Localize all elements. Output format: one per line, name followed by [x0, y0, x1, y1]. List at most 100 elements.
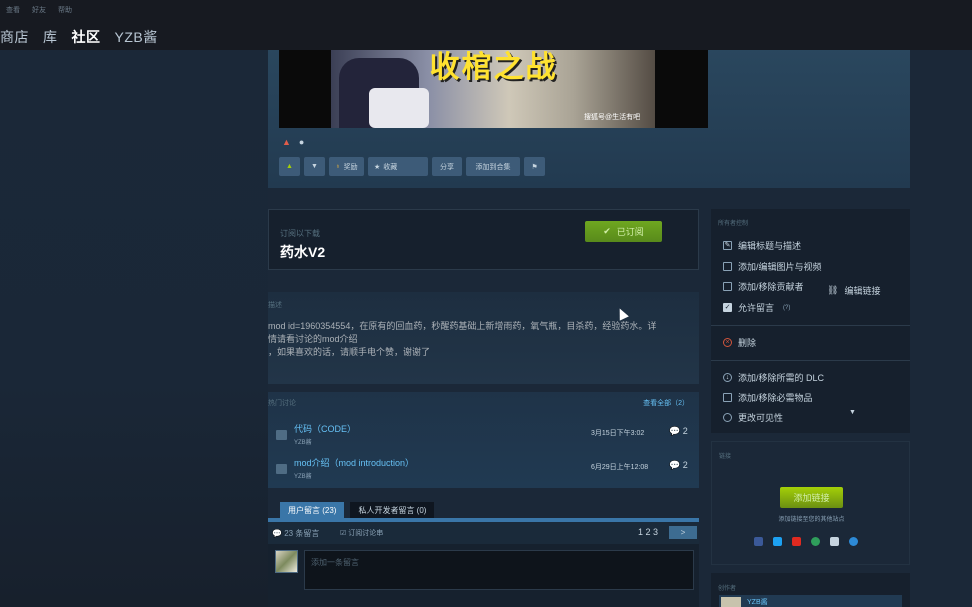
discussion-row[interactable]: mod介绍（mod introduction） YZB酱 6月29日上午12:0… — [276, 456, 696, 484]
comment-icon: 💬 — [669, 460, 681, 470]
edit-links-link[interactable]: ⛓ 编辑链接 — [827, 284, 880, 297]
tab-user-comments[interactable]: 用户留言 (23) — [280, 502, 345, 518]
comment-input[interactable]: 添加一条留言 — [304, 550, 694, 590]
reactions: ▲ ● — [282, 137, 304, 147]
add-to-collection-button[interactable]: 添加到合集 — [466, 157, 520, 176]
help-hint[interactable]: (?) — [783, 305, 790, 311]
discussion-date: 6月29日上午12:08 — [591, 464, 649, 471]
pencil-icon: ✎ — [723, 241, 732, 250]
allow-comments-label: 允许留言 — [738, 303, 775, 313]
discussion-row[interactable]: 代码（CODE） YZB酱 3月15日下午3:02 💬 2 — [276, 422, 696, 450]
spotify-icon[interactable] — [811, 537, 820, 546]
edit-title-link[interactable]: ✎ 编辑标题与描述 — [723, 239, 801, 252]
avatar — [721, 597, 741, 607]
creator-name[interactable]: YZB酱 — [747, 597, 768, 607]
delete-link[interactable]: × 删除 — [723, 336, 756, 349]
nav-user[interactable]: YZB酱 — [115, 27, 158, 47]
share-label: 分享 — [440, 163, 454, 171]
left-background — [0, 50, 268, 607]
discussion-title[interactable]: mod介绍（mod introduction） — [294, 456, 414, 469]
share-button[interactable]: 分享 — [432, 157, 462, 176]
comment-count: 💬 2 — [669, 460, 688, 471]
system-menu: 查看 好友 帮助 — [6, 5, 72, 15]
flag-icon: ⚑ — [531, 163, 538, 171]
document-icon — [276, 464, 287, 474]
comment-entry: 添加一条留言 — [268, 544, 699, 607]
award-label: 奖励 — [343, 163, 358, 171]
comment-count: 💬 2 — [669, 426, 688, 437]
checkbox-icon: ✓ — [723, 303, 732, 312]
nav-store[interactable]: 商店 — [0, 27, 29, 47]
thumbs-up-button[interactable]: ▲ — [279, 157, 300, 176]
creator-panel: 创作者 YZB酱 — [711, 573, 910, 607]
comment-count-value: 2 — [682, 460, 688, 470]
favorite-label: 收藏 — [383, 163, 398, 171]
twitter-icon[interactable] — [773, 537, 782, 546]
document-icon[interactable] — [830, 537, 839, 546]
owner-controls-header: 所有者控制 — [718, 221, 749, 227]
main-nav: 商店 库 社区 YZB酱 — [0, 27, 172, 47]
avatar — [275, 550, 298, 573]
award-button[interactable]: ♁ 奖励 — [329, 157, 364, 176]
discussion-date: 3月15日下午3:02 — [591, 430, 645, 437]
favorite-button[interactable]: ★ 收藏 — [368, 157, 428, 176]
allow-comments-toggle[interactable]: ✓ 允许留言 (?) — [723, 301, 790, 314]
description-line: mod id=1960354554，在原有的回血药，秒醒药基础上新增雨药，氧气瓶… — [268, 321, 657, 331]
add-media-label: 添加/编辑图片与视频 — [738, 262, 822, 272]
thumbs-down-button[interactable]: ▼ — [304, 157, 325, 176]
reaction-icon[interactable]: ▲ — [282, 137, 291, 147]
discussion-title[interactable]: 代码（CODE） — [294, 422, 356, 435]
trash-icon — [723, 282, 732, 291]
social-icons — [754, 537, 858, 546]
nav-community[interactable]: 社区 — [72, 27, 101, 47]
nav-library[interactable]: 库 — [43, 27, 58, 47]
dlc-link[interactable]: ↓ 添加/移除所需的 DLC — [723, 371, 824, 384]
chevron-down-icon[interactable]: ▼ — [849, 409, 856, 416]
menu-view[interactable]: 查看 — [6, 5, 20, 15]
youtube-icon[interactable] — [792, 537, 801, 546]
description-line: ，如果喜欢的话，请顺手电个赞，谢谢了 — [268, 347, 431, 357]
flag-button[interactable]: ⚑ — [524, 157, 545, 176]
links-note: 添加链接至您的其他站点 — [778, 517, 845, 523]
subscribe-thread-label: 订阅讨论串 — [348, 530, 384, 537]
reaction-face-icon[interactable]: ● — [299, 137, 304, 147]
subscribe-to-download-label: 订阅以下载 — [280, 229, 320, 238]
contributors-label: 添加/移除贡献者 — [738, 282, 804, 292]
tab-dev-comments[interactable]: 私人开发者留言 (0) — [350, 502, 435, 518]
visibility-label: 更改可见性 — [738, 413, 784, 423]
description-label: 描述 — [268, 302, 282, 309]
links-header: 链接 — [719, 454, 732, 460]
collection-label: 添加到合集 — [475, 163, 511, 171]
eye-icon — [723, 413, 732, 422]
edit-title-label: 编辑标题与描述 — [738, 241, 802, 251]
star-icon: ★ — [374, 163, 381, 171]
discussion-author: YZB酱 — [294, 440, 312, 446]
video-subtitle: 搜狐号@生活有吧 — [584, 114, 641, 121]
video-preview[interactable]: 收棺之战 搜狐号@生活有吧 — [279, 48, 708, 128]
wrench-icon — [723, 393, 732, 402]
delete-label: 删除 — [738, 338, 757, 348]
video-shirt — [369, 88, 429, 128]
thumbs-up-icon: ▲ — [286, 163, 293, 170]
visibility-link[interactable]: 更改可见性 — [723, 411, 783, 424]
subscribe-thread-toggle[interactable]: ☑ 订阅讨论串 — [340, 528, 383, 538]
next-page-button[interactable]: > — [669, 526, 697, 539]
globe-icon[interactable] — [849, 537, 858, 546]
download-icon: ↓ — [723, 373, 732, 382]
subscribed-button[interactable]: ✔ 已订阅 — [585, 221, 662, 242]
required-items-link[interactable]: 添加/移除必需物品 — [723, 391, 813, 404]
add-link-button[interactable]: 添加链接 — [780, 487, 843, 508]
discussions-label: 热门讨论 — [268, 400, 296, 407]
comment-tabs: 用户留言 (23) 私人开发者留言 (0) — [280, 502, 435, 518]
checkbox-icon: ☑ — [340, 530, 347, 537]
pagination[interactable]: 1 2 3 — [638, 527, 658, 537]
contributors-link[interactable]: 添加/移除贡献者 — [723, 280, 804, 293]
facebook-icon[interactable] — [754, 537, 763, 546]
comment-count-text: 💬 23 条留言 — [272, 528, 319, 539]
document-icon — [276, 430, 287, 440]
menu-help[interactable]: 帮助 — [58, 5, 72, 15]
see-all-link[interactable]: 查看全部（2） — [643, 398, 689, 408]
add-media-link[interactable]: 添加/编辑图片与视频 — [723, 260, 822, 273]
creator-row[interactable]: YZB酱 — [719, 595, 902, 607]
menu-friends[interactable]: 好友 — [32, 5, 46, 15]
